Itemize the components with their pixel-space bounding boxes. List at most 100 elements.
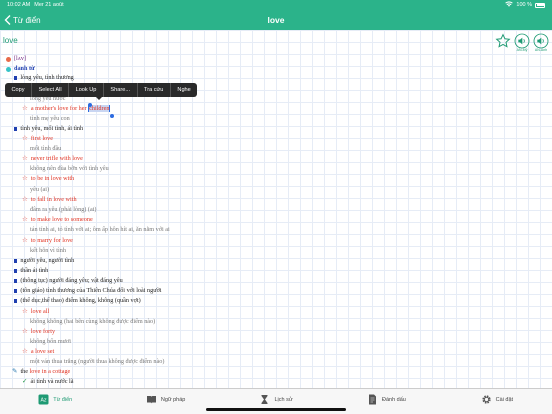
sense-row: thần ái tình	[14, 266, 48, 276]
star-icon: ☆	[22, 328, 28, 335]
example-text[interactable]: to make love to someone	[31, 215, 93, 225]
star-icon: ☆	[22, 175, 28, 182]
navigation-bar: Từ điển love	[0, 10, 552, 30]
star-icon: ☆	[22, 155, 28, 162]
sense-row: (thông tục) người đáng yêu; vật đáng yêu	[14, 276, 123, 286]
tab-settings[interactable]: Cài đặt	[442, 389, 552, 414]
idiom-text[interactable]: love in a cottage	[30, 368, 71, 375]
example-text[interactable]: to be in love with	[31, 174, 74, 184]
dictionary-icon: Az	[38, 394, 49, 405]
example-text[interactable]: first love	[31, 134, 53, 144]
uk-label: AN-Anh	[534, 48, 548, 52]
sense-row: người yêu, người tình	[14, 256, 74, 266]
example-text[interactable]: to marry for love	[31, 236, 73, 246]
sense-row: lòng yêu, tình thương	[14, 73, 74, 83]
idiom-row: ✎ the love in a cottage	[12, 368, 71, 375]
speaker-icon	[514, 33, 530, 49]
menu-nghe[interactable]: Nghe	[171, 83, 197, 97]
example-row: ☆ never trifle with love	[22, 154, 83, 164]
bullet-icon	[14, 127, 18, 131]
tab-dictionary[interactable]: Az Từ điển	[0, 389, 110, 414]
menu-pointer	[95, 96, 103, 100]
example-row: ☆ first love	[22, 134, 53, 144]
star-icon: ☆	[22, 135, 28, 142]
menu-tra-cuu[interactable]: Tra cứu	[138, 83, 171, 97]
example-translation: mối tình đầu	[30, 145, 62, 152]
sense-text: lòng yêu, tình thương	[20, 74, 74, 81]
example-text[interactable]: love forty	[31, 327, 55, 337]
part-of-speech-icon	[6, 66, 11, 72]
example-row: ☆ to be in love with	[22, 174, 74, 184]
text-selection-menu: Copy Select All Look Up Share... Tra cứu…	[5, 83, 198, 97]
example-row: ☆ to marry for love	[22, 236, 73, 246]
speak-uk-button[interactable]: AN-Anh	[533, 33, 549, 52]
bullet-icon	[14, 299, 18, 303]
menu-look-up[interactable]: Look Up	[69, 83, 104, 97]
example-text[interactable]: a mother's love for her children	[31, 104, 111, 114]
sense-text: (thể dục,thể thao) điểm không, không (qu…	[20, 297, 141, 304]
status-bar: 10:02 AM Mer 21 août 100 %	[0, 0, 552, 10]
menu-select-all[interactable]: Select All	[32, 83, 70, 97]
pronunciation-icon	[6, 56, 11, 62]
bullet-icon	[14, 289, 18, 293]
example-row: ☆ love forty	[22, 327, 55, 337]
menu-copy[interactable]: Copy	[5, 83, 33, 97]
idiom-meaning: ái tình và nước lã	[30, 378, 74, 385]
example-translation: yêu (ai)	[30, 186, 50, 193]
sense-text: tình yêu, mối tình, ái tình	[20, 125, 84, 132]
example-text[interactable]: love all	[31, 307, 49, 317]
bookmark-star-button[interactable]	[495, 33, 511, 49]
bullet-icon	[14, 76, 18, 80]
idiom-meaning-row: ✓ ái tình và nước lã	[22, 377, 74, 387]
sense-text: người yêu, người tình	[20, 257, 75, 264]
speaker-icon	[533, 33, 549, 49]
example-translation: tình mẹ yêu con	[30, 115, 70, 122]
menu-share[interactable]: Share...	[104, 83, 138, 97]
sense-row: (thể dục,thể thao) điểm không, không (qu…	[14, 296, 141, 306]
sense-row: (tôn giáo) tình thương của Thiên Chúa đố…	[14, 286, 162, 296]
star-icon: ☆	[22, 308, 28, 315]
example-text[interactable]: a love set	[31, 347, 54, 357]
battery-percent: 100 %	[516, 2, 532, 8]
example-text[interactable]: to fall in love with	[31, 195, 77, 205]
gear-icon	[481, 395, 491, 404]
headword: love	[3, 36, 18, 45]
example-text[interactable]: never trifle with love	[31, 154, 83, 164]
example-translation: đâm ra yêu (phải lòng) (ai)	[30, 206, 97, 213]
star-icon: ☆	[22, 196, 28, 203]
bullet-icon	[14, 259, 18, 263]
selection-start-handle[interactable]	[88, 103, 92, 107]
status-date: Mer 21 août	[34, 2, 64, 8]
example-row: ☆ to fall in love with	[22, 195, 77, 205]
bookmark-document-icon	[368, 394, 376, 405]
example-row: ☆ to make love to someone	[22, 215, 93, 225]
example-translation: không bốn mươi	[30, 338, 72, 345]
tab-bookmarks[interactable]: Đánh dấu	[331, 389, 441, 414]
tab-grammar[interactable]: Ngữ pháp	[110, 389, 220, 414]
sense-row: tình yêu, mối tình, ái tình	[14, 124, 83, 134]
feather-icon: ✎	[12, 368, 18, 375]
book-icon	[146, 396, 156, 404]
example-translation: kết hôn vì tình	[30, 247, 66, 254]
star-icon: ☆	[22, 105, 28, 112]
star-icon: ☆	[22, 237, 28, 244]
pronunciation: [lʌv]	[14, 55, 27, 62]
example-translation: không không (hai bên cùng không được điể…	[30, 318, 156, 325]
check-icon: ✓	[22, 378, 28, 385]
page-title: love	[267, 15, 285, 25]
example-translation: tán tỉnh ai, tỏ tình với ai; ôm ấp hôn h…	[30, 226, 170, 233]
selection-end-handle[interactable]	[110, 114, 114, 118]
sense-text: (tôn giáo) tình thương của Thiên Chúa đố…	[20, 287, 162, 294]
bullet-icon	[14, 269, 18, 273]
example-row: ☆ a love set	[22, 347, 54, 357]
battery-icon	[535, 2, 545, 8]
example-row: ☆ a mother's love for her children	[22, 104, 111, 114]
star-outline-icon	[495, 33, 511, 48]
speak-us-button[interactable]: AN-Mỹ	[514, 33, 530, 52]
example-row: ☆ love all	[22, 307, 49, 317]
definition-view[interactable]: love AN-Mỹ AN-Anh [lʌv] danh từ lòng yêu…	[0, 30, 552, 388]
star-icon: ☆	[22, 216, 28, 223]
example-translation: không nên đùa bỡn với tình yêu	[30, 165, 109, 172]
home-indicator	[206, 408, 346, 411]
status-time: 10:02 AM	[7, 2, 31, 8]
